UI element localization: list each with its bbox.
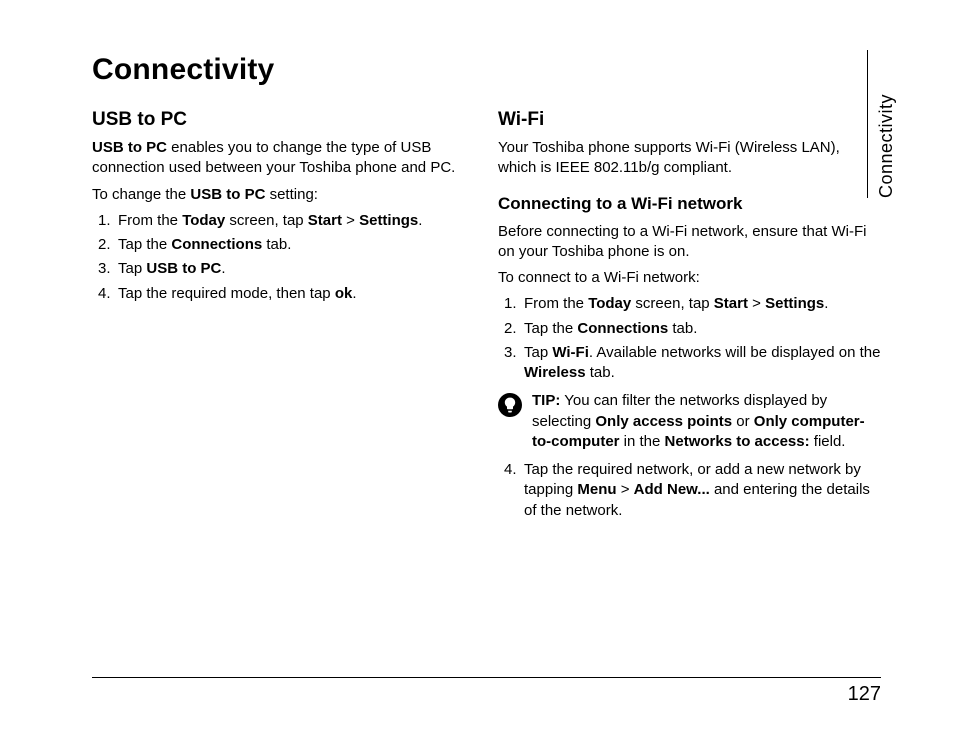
heading-connecting-wifi: Connecting to a Wi-Fi network — [498, 193, 882, 216]
usb-change-lead: To change the USB to PC setting: — [92, 185, 476, 205]
side-label-text: Connectivity — [874, 94, 898, 198]
bold-text: Settings — [359, 212, 418, 229]
list-item: Tap USB to PC. — [92, 259, 476, 279]
bold-text: Start — [308, 212, 342, 229]
body-text: > — [748, 295, 765, 312]
bold-text: Connections — [171, 236, 262, 253]
body-text: . — [418, 212, 422, 229]
list-item: From the Today screen, tap Start > Setti… — [92, 211, 476, 231]
body-text: Tap — [118, 260, 146, 277]
body-text: Tap the — [118, 236, 171, 253]
lightbulb-icon — [498, 393, 522, 417]
columns: USB to PC USB to PC enables you to chang… — [92, 107, 882, 525]
wifi-steps-1to3: From the Today screen, tap Start > Setti… — [498, 294, 882, 383]
body-text: . — [824, 295, 828, 312]
body-text: From the — [524, 295, 588, 312]
body-text: From the — [118, 212, 182, 229]
usb-steps: From the Today screen, tap Start > Setti… — [92, 211, 476, 304]
bold-text: Add New... — [634, 481, 710, 498]
body-text: . — [221, 260, 225, 277]
body-text: . — [352, 285, 356, 302]
body-text: > — [617, 481, 634, 498]
wifi-steps-4: Tap the required network, or add a new n… — [498, 460, 882, 521]
bold-text: Networks to access: — [665, 433, 810, 450]
list-item: Tap the required mode, then tap ok. — [92, 284, 476, 304]
body-text: screen, tap — [631, 295, 714, 312]
bold-text: USB to PC — [92, 139, 167, 156]
page-number: 127 — [848, 681, 881, 708]
body-text: tab. — [586, 364, 615, 381]
list-item: Tap the Connections tab. — [92, 235, 476, 255]
footer-rule — [92, 677, 881, 678]
body-text: setting: — [265, 186, 318, 203]
body-text: . Available networks will be displayed o… — [589, 344, 881, 361]
bold-text: Wi-Fi — [552, 344, 589, 361]
body-text: Tap the required mode, then tap — [118, 285, 335, 302]
list-item: From the Today screen, tap Start > Setti… — [498, 294, 882, 314]
bold-text: Only access points — [595, 413, 732, 430]
bold-text: ok — [335, 285, 353, 302]
body-text: screen, tap — [225, 212, 308, 229]
page-body: Connectivity USB to PC USB to PC enables… — [92, 50, 882, 680]
bold-text: TIP: — [532, 392, 560, 409]
bold-text: Settings — [765, 295, 824, 312]
wifi-ensure: Before connecting to a Wi-Fi network, en… — [498, 222, 882, 263]
list-item: Tap the Connections tab. — [498, 319, 882, 339]
body-text: To change the — [92, 186, 190, 203]
right-column: Wi-Fi Your Toshiba phone supports Wi-Fi … — [498, 107, 882, 525]
bold-text: Today — [182, 212, 225, 229]
body-text: in the — [620, 433, 665, 450]
left-column: USB to PC USB to PC enables you to chang… — [92, 107, 476, 525]
usb-intro: USB to PC enables you to change the type… — [92, 138, 476, 179]
tip-block: TIP: You can filter the networks display… — [498, 391, 882, 452]
list-item: Tap the required network, or add a new n… — [498, 460, 882, 521]
body-text: > — [342, 212, 359, 229]
heading-usb-to-pc: USB to PC — [92, 107, 476, 133]
body-text: Tap the — [524, 320, 577, 337]
bold-text: USB to PC — [146, 260, 221, 277]
bold-text: Start — [714, 295, 748, 312]
body-text: tab. — [262, 236, 291, 253]
heading-wifi: Wi-Fi — [498, 107, 882, 133]
bold-text: Wireless — [524, 364, 586, 381]
bold-text: Today — [588, 295, 631, 312]
side-section-label: Connectivity — [867, 50, 898, 198]
body-text: tab. — [668, 320, 697, 337]
bold-text: USB to PC — [190, 186, 265, 203]
page-title: Connectivity — [92, 50, 882, 91]
wifi-intro: Your Toshiba phone supports Wi-Fi (Wirel… — [498, 138, 882, 179]
body-text: Tap — [524, 344, 552, 361]
body-text: or — [732, 413, 754, 430]
bold-text: Menu — [577, 481, 616, 498]
body-text: field. — [810, 433, 846, 450]
list-item: Tap Wi-Fi. Available networks will be di… — [498, 343, 882, 384]
bold-text: Connections — [577, 320, 668, 337]
wifi-connect-lead: To connect to a Wi-Fi network: — [498, 268, 882, 288]
tip-text: TIP: You can filter the networks display… — [532, 391, 882, 452]
